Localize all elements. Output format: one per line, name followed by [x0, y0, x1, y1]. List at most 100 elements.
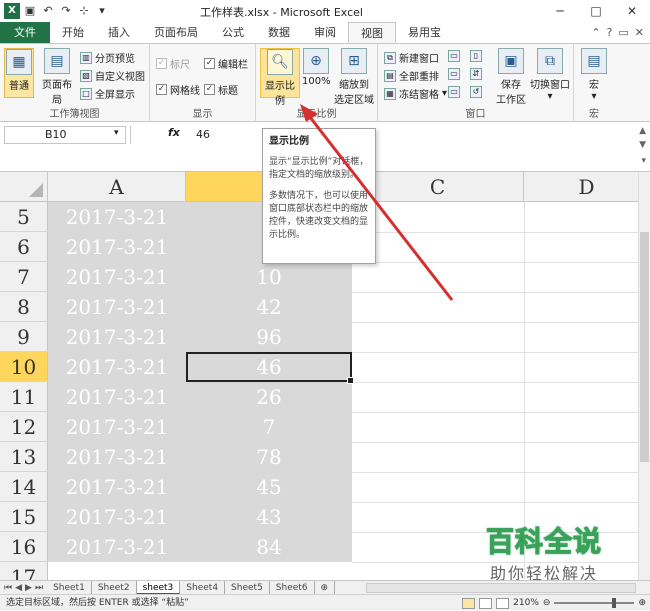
connection-icon[interactable]: ⊹ [76, 3, 92, 19]
cell-date[interactable]: 2017-3-21 [48, 292, 186, 322]
cell-date[interactable] [48, 562, 186, 580]
cell-value[interactable] [186, 562, 352, 580]
formula-scroll-up-icon[interactable]: ▲ [639, 126, 646, 136]
column-header-d[interactable]: D [524, 172, 650, 202]
row-header[interactable]: 16 [0, 532, 48, 562]
normal-view-status-icon[interactable] [462, 597, 476, 609]
customize-qat-icon[interactable]: ▾ [94, 3, 110, 19]
cell-value[interactable]: 42 [186, 292, 352, 322]
tab-formulas[interactable]: 公式 [210, 22, 256, 43]
cell-value[interactable]: 45 [186, 472, 352, 502]
row-header[interactable]: 9 [0, 322, 48, 352]
full-screen-button[interactable]: □ 全屏显示 [80, 86, 135, 101]
collapse-ribbon-icon[interactable]: ⌃ [591, 26, 600, 39]
tab-data[interactable]: 数据 [256, 22, 302, 43]
hide-button[interactable]: ▭ [448, 68, 460, 80]
cell-value[interactable]: 26 [186, 382, 352, 412]
sheet-tab-sheet6[interactable]: Sheet6 [270, 580, 315, 595]
freeze-panes-button[interactable]: ▦ 冻结窗格 ▾ [384, 86, 447, 101]
view-side-by-side-button[interactable]: ▯ [470, 50, 482, 62]
cell-date[interactable]: 2017-3-21 [48, 502, 186, 532]
cell-date[interactable]: 2017-3-21 [48, 262, 186, 292]
insert-sheet-icon[interactable]: ⊕ [315, 580, 336, 595]
page-break-status-icon[interactable] [496, 597, 510, 609]
expand-formula-bar-icon[interactable]: ▾ [641, 156, 646, 166]
tab-easy-tools[interactable]: 易用宝 [396, 22, 453, 43]
sheet-tab-sheet3[interactable]: sheet3 [136, 580, 181, 595]
horizontal-scrollbar[interactable] [366, 582, 636, 593]
tab-home[interactable]: 开始 [50, 22, 96, 43]
cell-date[interactable]: 2017-3-21 [48, 232, 186, 262]
zoom-100-button[interactable]: ⊕ 100% [302, 48, 331, 98]
cell-value[interactable]: 10 [186, 262, 352, 292]
row-header[interactable]: 6 [0, 232, 48, 262]
tab-file[interactable]: 文件 [0, 22, 50, 43]
zoom-button[interactable]: 🔍︎ 显示比例 [260, 48, 300, 107]
formula-input[interactable]: 46 [196, 128, 210, 141]
vertical-scroll-thumb[interactable] [640, 232, 649, 462]
name-box[interactable]: B10 [4, 126, 126, 144]
insert-function-icon[interactable]: fx [168, 126, 180, 139]
normal-view-button[interactable]: ▦ 普通 [4, 48, 34, 98]
close-button[interactable]: ✕ [614, 0, 650, 22]
switch-windows-button[interactable]: ⧉ 切换窗口 ▾ [528, 48, 572, 106]
formula-scroll-down-icon[interactable]: ▼ [639, 140, 646, 150]
unhide-button[interactable]: ▭ [448, 86, 460, 98]
zoom-out-icon[interactable]: ⊖ [543, 595, 551, 611]
tab-insert[interactable]: 插入 [96, 22, 142, 43]
vertical-scrollbar[interactable] [638, 172, 650, 580]
row-header[interactable]: 15 [0, 502, 48, 532]
close-workbook-icon[interactable]: ✕ [635, 26, 644, 39]
page-layout-view-button[interactable]: ▤ 页面布局 [38, 48, 76, 106]
zoom-to-selection-button[interactable]: ⊞ 缩放到 选定区域 [332, 48, 376, 110]
custom-views-button[interactable]: ▧ 自定义视图 [80, 68, 145, 83]
minimize-button[interactable]: ─ [542, 0, 578, 22]
cell-value[interactable]: 43 [186, 502, 352, 532]
column-header-a[interactable]: A [48, 172, 186, 202]
page-layout-status-icon[interactable] [479, 597, 493, 609]
zoom-slider[interactable] [554, 598, 635, 608]
cell-date[interactable]: 2017-3-21 [48, 412, 186, 442]
zoom-in-icon[interactable]: ⊕ [638, 595, 646, 611]
tab-view[interactable]: 视图 [348, 22, 396, 43]
save-icon[interactable]: ▣ [22, 3, 38, 19]
row-header[interactable]: 14 [0, 472, 48, 502]
sheet-tab-sheet2[interactable]: Sheet2 [92, 580, 137, 595]
cell-value[interactable]: 96 [186, 322, 352, 352]
redo-icon[interactable]: ↷ [58, 3, 74, 19]
last-sheet-icon[interactable]: ⏭ [35, 583, 43, 593]
row-header[interactable]: 7 [0, 262, 48, 292]
cell-date[interactable]: 2017-3-21 [48, 442, 186, 472]
cell-date[interactable]: 2017-3-21 [48, 202, 186, 232]
prev-sheet-icon[interactable]: ◀ [15, 583, 22, 593]
ruler-checkbox[interactable]: ✓ 标尺 [156, 56, 190, 71]
first-sheet-icon[interactable]: ⏮ [4, 583, 12, 593]
new-window-button[interactable]: ⧉ 新建窗口 [384, 50, 439, 65]
cell-value[interactable]: 7 [186, 412, 352, 442]
cell-date[interactable]: 2017-3-21 [48, 532, 186, 562]
row-header[interactable]: 5 [0, 202, 48, 232]
tab-page-layout[interactable]: 页面布局 [142, 22, 210, 43]
sheet-tab-sheet5[interactable]: Sheet5 [225, 580, 270, 595]
help-icon[interactable]: ? [607, 26, 613, 39]
column-header-c[interactable]: C [352, 172, 524, 202]
headings-checkbox[interactable]: ✓ 标题 [204, 82, 238, 97]
row-header[interactable]: 17 [0, 562, 48, 580]
zoom-level[interactable]: 210% [513, 595, 539, 611]
split-button[interactable]: ▭ [448, 50, 460, 62]
select-all-button[interactable] [0, 172, 48, 202]
next-sheet-icon[interactable]: ▶ [25, 583, 32, 593]
save-workspace-button[interactable]: ▣ 保存 工作区 [494, 48, 528, 106]
cell-date[interactable]: 2017-3-21 [48, 352, 186, 382]
formula-bar-checkbox[interactable]: ✓ 编辑栏 [204, 56, 248, 71]
restore-window-icon[interactable]: ▭ [618, 26, 628, 39]
undo-icon[interactable]: ↶ [40, 3, 56, 19]
page-break-preview-button[interactable]: ▥ 分页预览 [80, 50, 135, 65]
sheet-tab-sheet4[interactable]: Sheet4 [180, 580, 226, 595]
gridlines-checkbox[interactable]: ✓ 网格线 [156, 82, 200, 97]
row-header[interactable]: 8 [0, 292, 48, 322]
row-header[interactable]: 11 [0, 382, 48, 412]
row-header[interactable]: 10 [0, 352, 48, 382]
row-header[interactable]: 13 [0, 442, 48, 472]
cell-value[interactable]: 78 [186, 442, 352, 472]
